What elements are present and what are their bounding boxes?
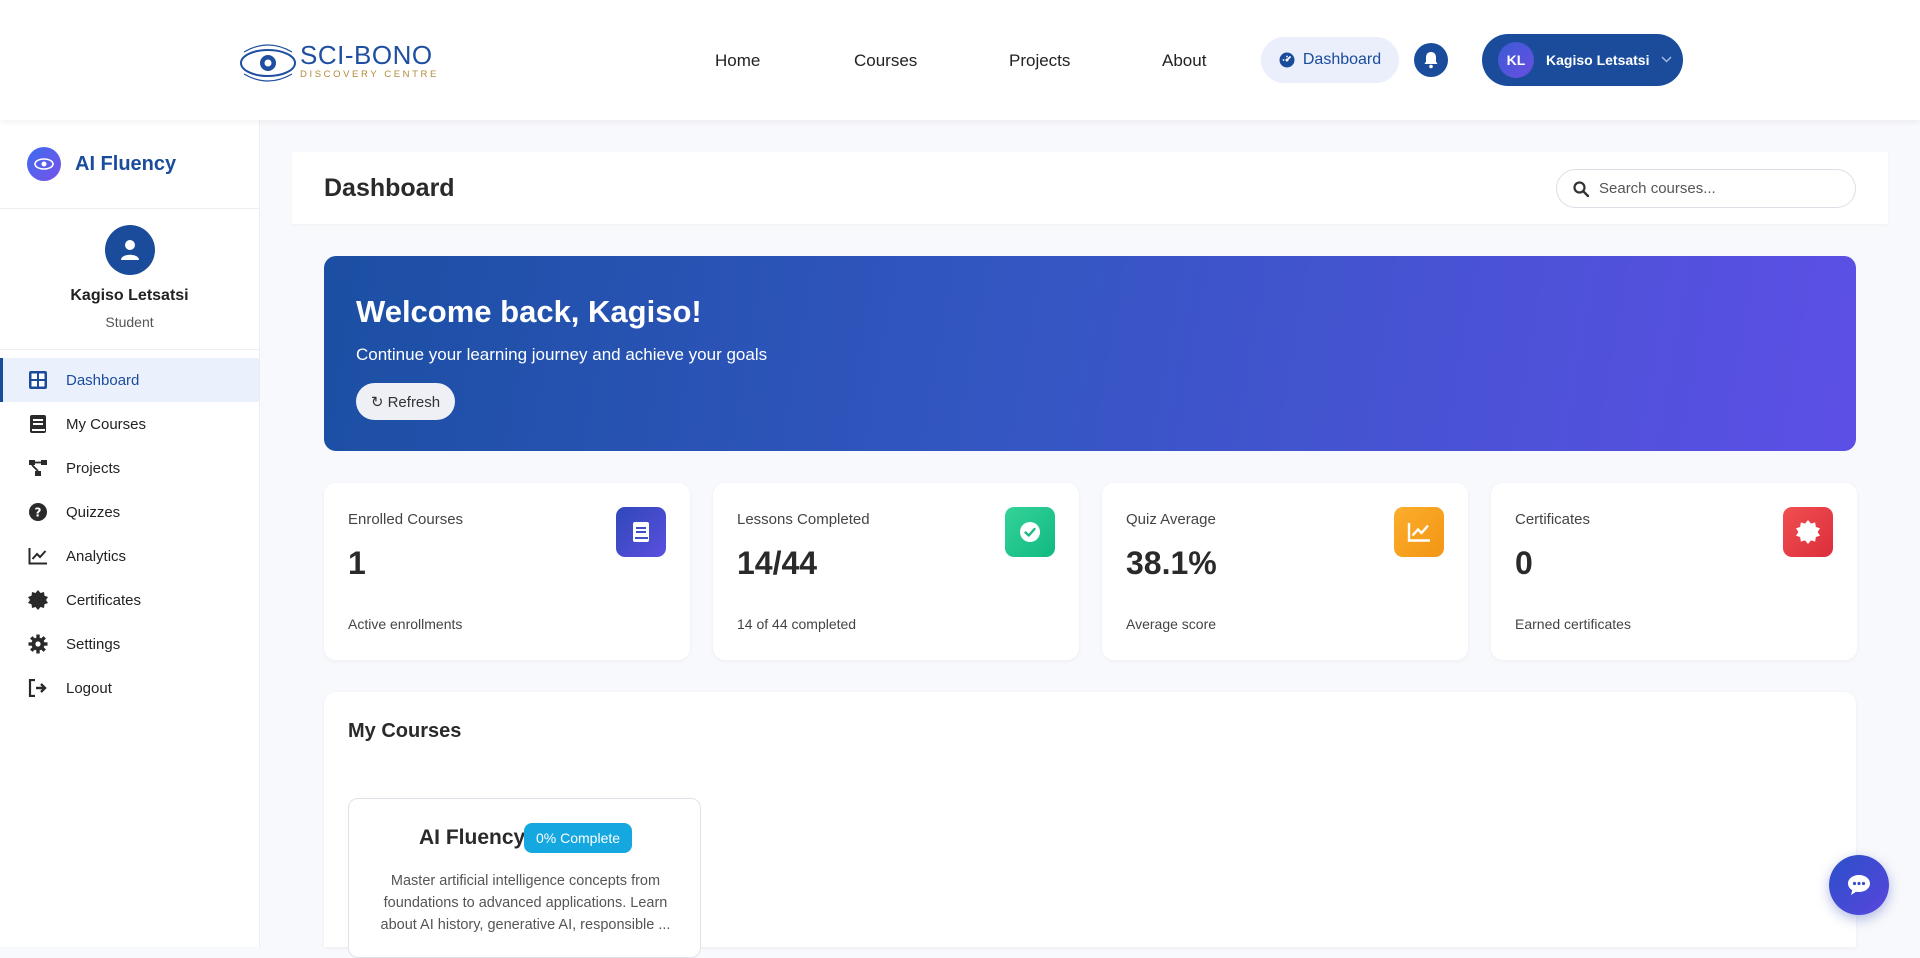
top-navbar: SCI-BONO DISCOVERY CENTRE Home Courses P… [0,0,1920,120]
check-circle-icon [1005,507,1055,557]
user-avatar-icon [104,225,155,275]
page-header: Dashboard [292,152,1888,224]
stat-label: Certificates [1515,511,1591,528]
welcome-banner: Welcome back, Kagiso! Continue your lear… [324,256,1856,451]
stat-subtext: Average score [1126,616,1217,632]
search-input[interactable] [1599,180,1829,197]
course-card[interactable]: AI Fluency 0% Complete Master artificial… [348,798,701,958]
search-box[interactable] [1556,169,1856,208]
sidebar-item-label: Quizzes [66,503,121,521]
grid-icon [28,370,48,390]
chat-button[interactable] [1829,855,1889,915]
sidebar-menu: Dashboard My Courses Projects ? Quizzes … [0,358,259,710]
sidebar-item-projects[interactable]: Projects [0,446,259,490]
user-name: Kagiso Letsatsi [1546,52,1650,68]
question-circle-icon: ? [28,502,48,522]
stat-card-enrolled-courses: Enrolled Courses 1 Active enrollments [324,483,690,660]
sidebar-brand[interactable]: AI Fluency [0,120,259,209]
stat-label: Lessons Completed [737,511,870,528]
sidebar-item-my-courses[interactable]: My Courses [0,402,259,446]
chat-bubble-icon [1846,873,1872,897]
search-icon [1573,180,1589,197]
stat-label: Enrolled Courses [348,511,464,528]
sidebar-item-label: Certificates [66,591,142,609]
sidebar-item-label: Logout [66,679,112,697]
eye-icon [27,147,61,181]
sidebar-item-label: Settings [66,635,121,653]
sidebar-item-label: Dashboard [66,371,140,389]
refresh-button[interactable]: ↻ Refresh [356,383,455,420]
nav-dashboard-button[interactable]: Dashboard [1261,37,1399,83]
stat-value: 14/44 [737,545,818,581]
eye-seal-icon [238,40,298,82]
chevron-down-icon [1661,54,1673,66]
page-title: Dashboard [324,174,455,202]
sidebar-item-settings[interactable]: Settings [0,622,259,666]
my-courses-section: My Courses AI Fluency 0% Complete Master… [324,692,1856,958]
gear-icon [28,634,48,654]
stat-subtext: Earned certificates [1515,616,1631,632]
chart-line-icon [28,546,48,566]
course-title: AI Fluency [419,826,526,849]
avatar: KL [1498,42,1534,78]
logo-title: SCI-BONO [300,40,433,71]
book-icon [616,507,666,557]
logout-icon [28,678,48,698]
sidebar-app-title: AI Fluency [75,152,177,175]
sidebar-item-label: Analytics [66,547,127,565]
progress-badge: 0% Complete [524,823,633,853]
sidebar-item-dashboard[interactable]: Dashboard [0,358,259,402]
nav-link-about[interactable]: About [1162,51,1206,71]
stat-subtext: Active enrollments [348,616,463,632]
sidebar-item-label: My Courses [66,415,147,433]
sidebar-item-analytics[interactable]: Analytics [0,534,259,578]
stat-value: 38.1% [1126,545,1217,581]
project-diagram-icon [28,458,48,478]
book-icon [28,414,48,434]
tachometer-icon [1279,52,1295,68]
sidebar-item-quizzes[interactable]: ? Quizzes [0,490,259,534]
svg-text:?: ? [35,506,42,520]
profile-role: Student [105,314,154,330]
nav-dashboard-label: Dashboard [1302,51,1382,68]
course-description: Master artificial intelligence concepts … [380,873,671,933]
sidebar-item-label: Projects [66,459,121,477]
logo-subtitle: DISCOVERY CENTRE [300,69,439,81]
sidebar-item-logout[interactable]: Logout [0,666,259,710]
stat-value: 1 [348,545,366,581]
sidebar-item-certificates[interactable]: Certificates [0,578,259,622]
sidebar: AI Fluency Kagiso Letsatsi Student Dashb… [0,120,260,947]
certificate-icon [28,590,48,610]
nav-link-projects[interactable]: Projects [1009,51,1070,71]
section-title: My Courses [348,720,462,742]
certificate-icon [1783,507,1833,557]
user-menu-button[interactable]: KL Kagiso Letsatsi [1482,34,1683,86]
bell-icon [1423,51,1439,69]
chart-line-icon [1394,507,1444,557]
stat-card-lessons-completed: Lessons Completed 14/44 14 of 44 complet… [713,483,1079,660]
stat-label: Quiz Average [1126,511,1216,528]
stat-card-certificates: Certificates 0 Earned certificates [1491,483,1857,660]
nav-link-home[interactable]: Home [715,51,760,71]
stat-subtext: 14 of 44 completed [737,616,857,632]
profile-name: Kagiso Letsatsi [70,287,189,304]
stat-card-quiz-average: Quiz Average 38.1% Average score [1102,483,1468,660]
welcome-title: Welcome back, Kagiso! [356,294,702,329]
stat-value: 0 [1515,545,1533,581]
sidebar-profile: Kagiso Letsatsi Student [0,209,259,350]
sci-bono-logo[interactable]: SCI-BONO DISCOVERY CENTRE [238,40,439,82]
notifications-button[interactable] [1414,43,1448,77]
nav-link-courses[interactable]: Courses [854,51,917,71]
welcome-subtitle: Continue your learning journey and achie… [356,345,768,364]
